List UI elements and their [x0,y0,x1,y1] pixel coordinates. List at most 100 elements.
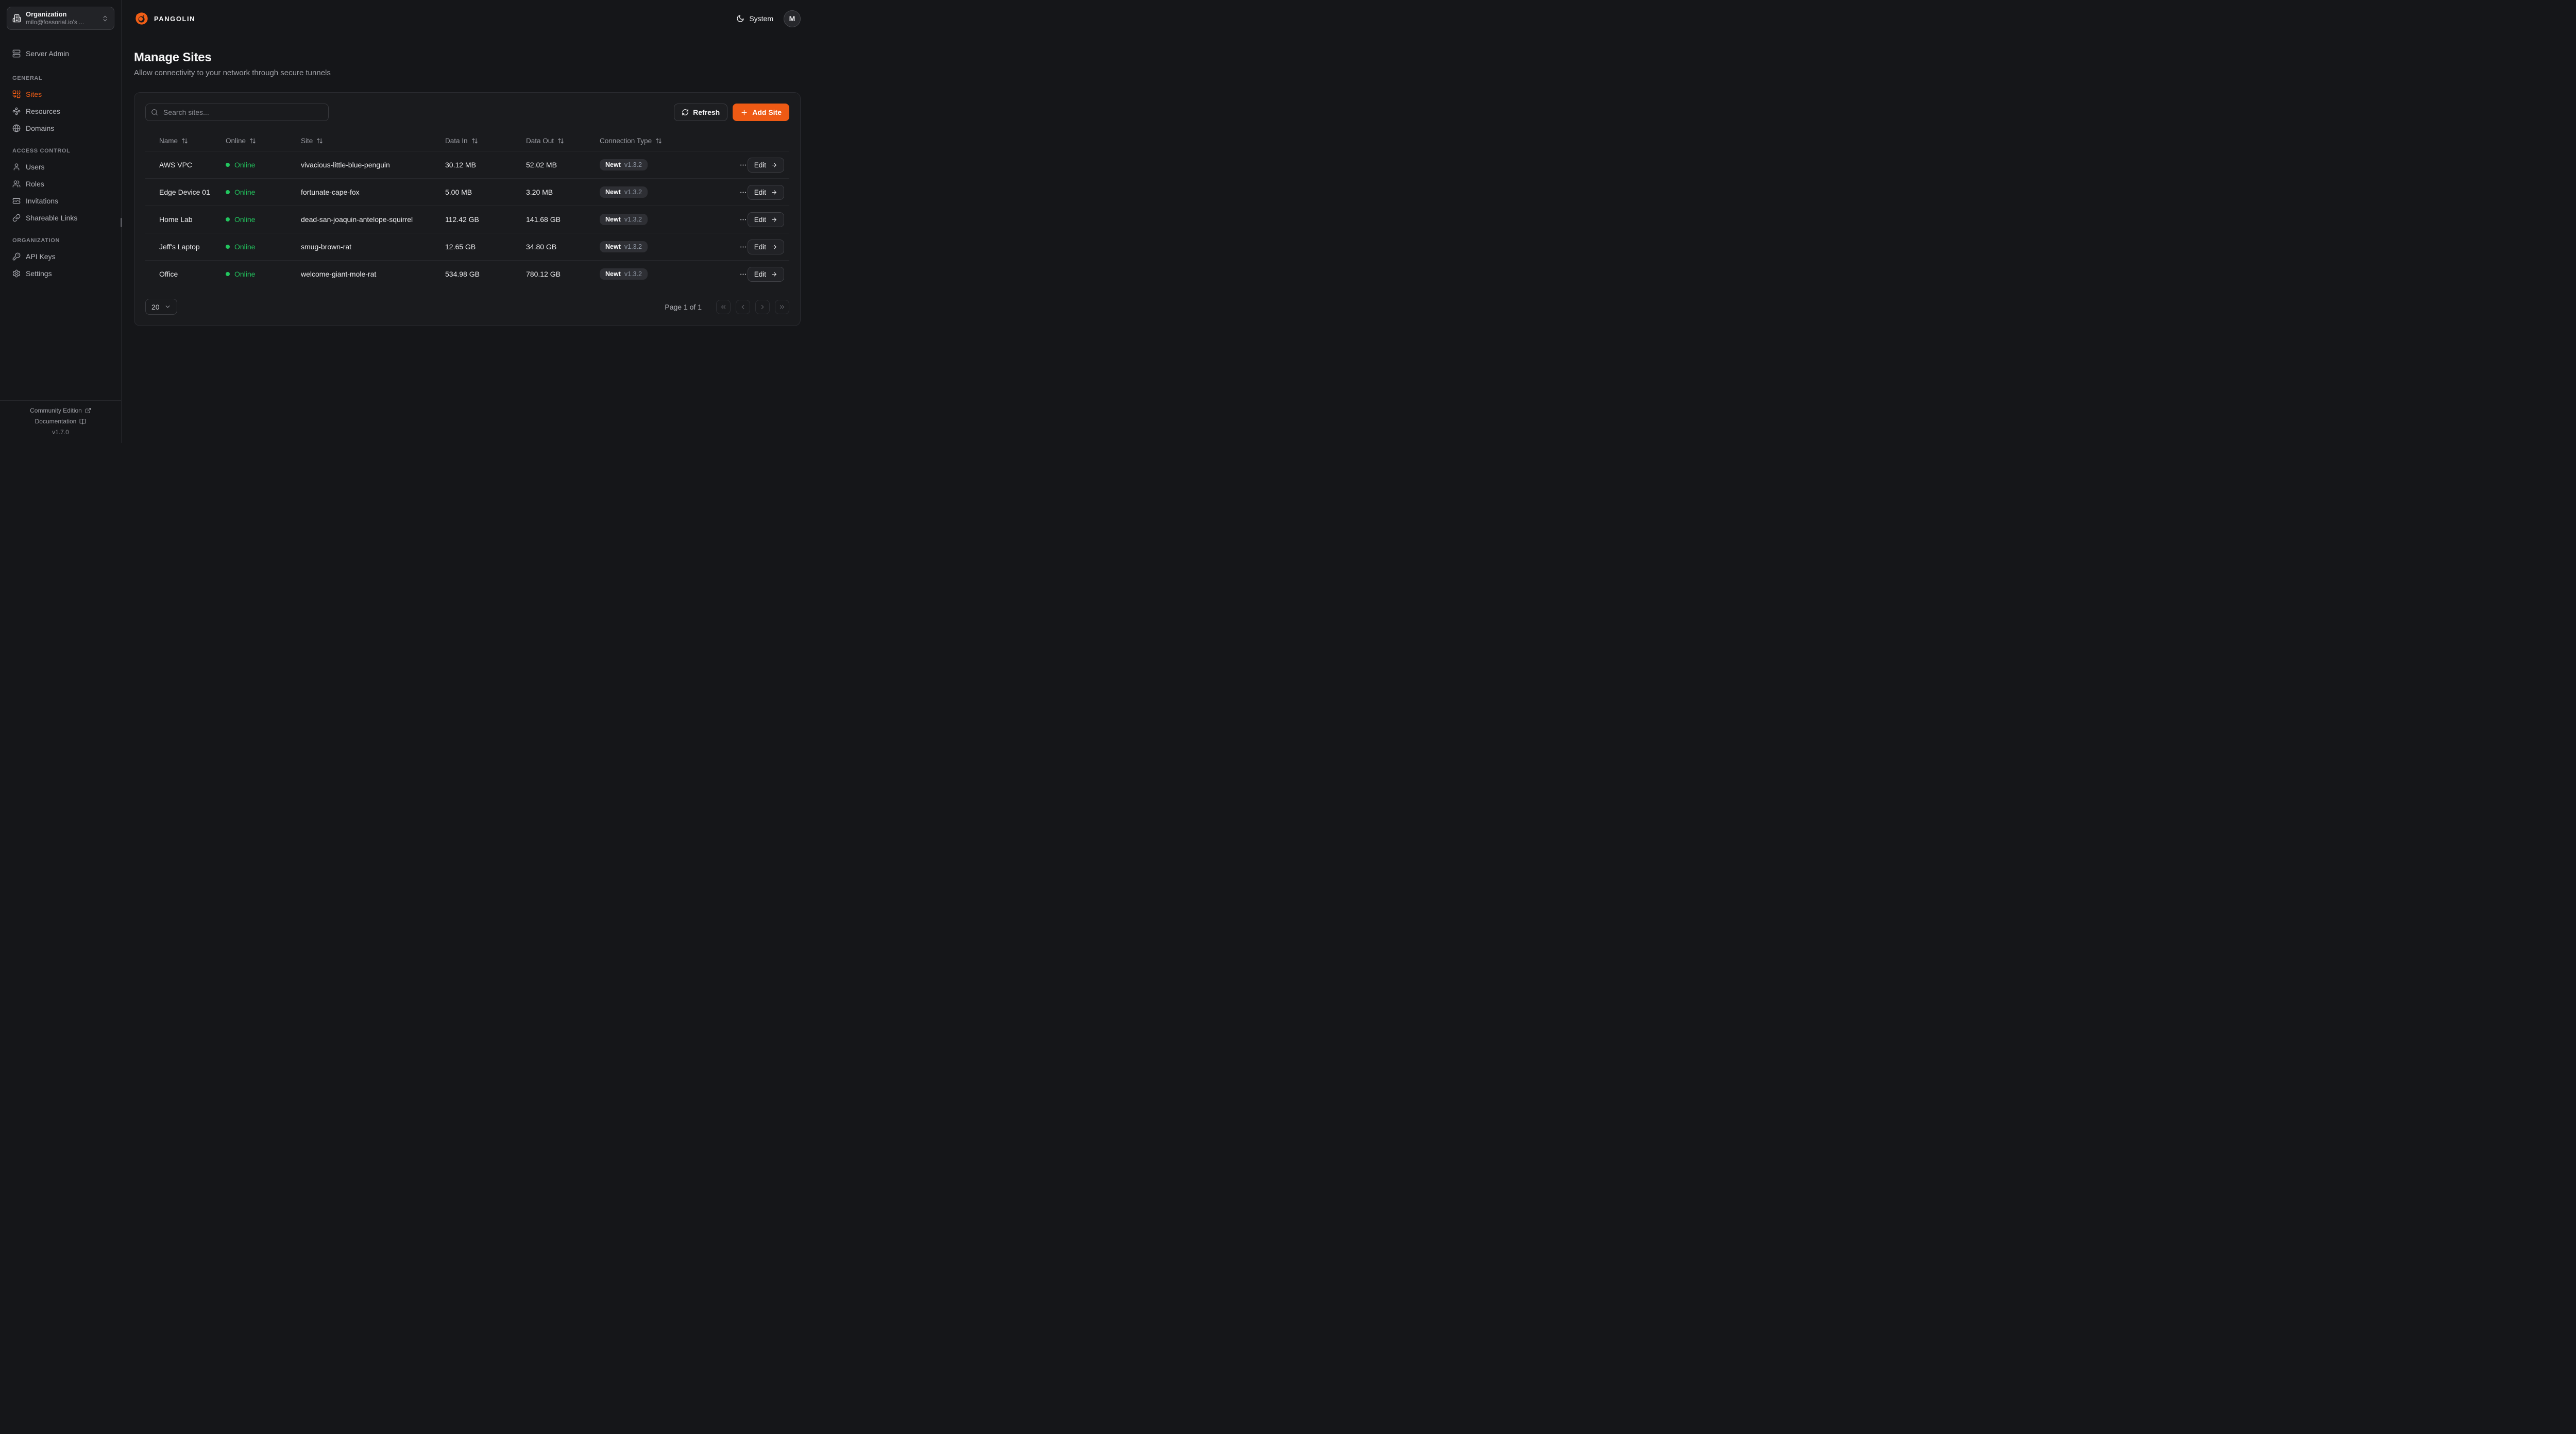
sidebar-item-resources[interactable]: Resources [8,103,113,120]
sidebar-item-label: Server Admin [26,49,69,58]
sidebar-item-shareable-links[interactable]: Shareable Links [8,209,113,226]
table-row: AWS VPC Online vivacious-little-blue-pen… [145,151,789,178]
section-header-organization: ORGANIZATION [8,237,113,244]
documentation-link[interactable]: Documentation [35,418,87,425]
pager-buttons [716,300,789,314]
edit-button[interactable]: Edit [748,267,784,282]
sidebar-item-label: Roles [26,180,44,188]
cell-connection-type: Newtv1.3.2 [600,268,728,280]
book-open-icon [79,418,86,425]
column-header-data-out[interactable]: Data Out [526,137,600,145]
sort-icon [249,138,256,144]
cell-site: fortunate-cape-fox [301,188,445,196]
sidebar-item-users[interactable]: Users [8,158,113,175]
users-icon [12,180,21,188]
online-dot [226,217,230,221]
topbar-right: System M [736,10,801,27]
table-body: AWS VPC Online vivacious-little-blue-pen… [145,151,789,287]
search-input[interactable] [145,104,329,121]
chevrons-up-down-icon [101,15,109,22]
cell-row-menu [728,214,749,226]
sidebar-footer: Community Edition Documentation v1.7.0 [0,400,121,443]
search-icon [151,109,158,116]
cell-name: Jeff's Laptop [159,243,226,251]
edit-button[interactable]: Edit [748,212,784,227]
sidebar-item-sites[interactable]: Sites [8,86,113,103]
sidebar-item-label: Resources [26,107,60,115]
first-page-button[interactable] [716,300,731,314]
prev-page-button[interactable] [736,300,750,314]
cell-data-in: 30.12 MB [445,161,526,169]
org-switcher-subtitle: milo@fossorial.io's ... [26,19,97,27]
arrow-right-icon [771,189,777,196]
sidebar-item-server-admin[interactable]: Server Admin [8,45,113,62]
table-row: Edge Device 01 Online fortunate-cape-fox… [145,178,789,206]
cell-row-menu [728,268,749,280]
cell-online: Online [226,188,301,196]
online-label: Online [234,215,255,224]
moon-icon [736,14,744,23]
sidebar-item-roles[interactable]: Roles [8,175,113,192]
edit-button[interactable]: Edit [748,185,784,200]
cell-row-menu [728,159,749,171]
sidebar-item-settings[interactable]: Settings [8,265,113,282]
next-page-button[interactable] [755,300,770,314]
sort-icon [316,138,323,144]
documentation-label: Documentation [35,418,77,425]
connection-badge: Newtv1.3.2 [600,186,648,198]
cell-site: welcome-giant-mole-rat [301,270,445,278]
cell-row-menu [728,186,749,198]
page-size-value: 20 [151,303,160,311]
online-dot [226,190,230,194]
pangolin-logo-icon [134,11,149,26]
cell-data-in: 5.00 MB [445,188,526,196]
sidebar-resize-handle[interactable] [121,218,122,227]
cell-site: dead-san-joaquin-antelope-squirrel [301,215,445,224]
column-header-connection-type[interactable]: Connection Type [600,137,728,145]
avatar[interactable]: M [784,10,801,27]
gear-icon [12,269,21,278]
add-site-button[interactable]: Add Site [733,104,789,121]
cell-name: Edge Device 01 [159,188,226,196]
theme-toggle[interactable]: System [736,14,773,23]
cell-data-out: 52.02 MB [526,161,600,169]
cell-row-menu [728,241,749,253]
sites-toolbar: Refresh Add Site [145,104,789,121]
edit-button[interactable]: Edit [748,158,784,173]
sort-icon [655,138,662,144]
edit-button[interactable]: Edit [748,240,784,254]
page-title: Manage Sites [134,50,801,65]
table-header-row: Name Online Site Data In [145,130,789,151]
sidebar-nav-top: Server Admin [0,43,121,62]
last-page-button[interactable] [775,300,789,314]
page-size-select[interactable]: 20 [145,299,177,315]
cell-data-out: 780.12 GB [526,270,600,278]
org-switcher[interactable]: Organization milo@fossorial.io's ... [7,7,114,30]
column-header-site[interactable]: Site [301,137,445,145]
column-header-name[interactable]: Name [159,137,226,145]
add-site-label: Add Site [752,108,782,116]
sidebar-item-api-keys[interactable]: API Keys [8,248,113,265]
arrow-right-icon [771,271,777,278]
brand-link[interactable]: PANGOLIN [134,11,195,26]
column-header-data-in[interactable]: Data In [445,137,526,145]
chevron-down-icon [164,303,171,310]
sidebar-item-domains[interactable]: Domains [8,120,113,136]
column-header-online[interactable]: Online [226,137,301,145]
arrow-right-icon [771,162,777,168]
sidebar-item-label: Shareable Links [26,214,77,222]
plus-icon [740,109,748,116]
cell-online: Online [226,161,301,169]
refresh-button[interactable]: Refresh [674,104,727,121]
sidebar-item-invitations[interactable]: Invitations [8,192,113,209]
brand-name: PANGOLIN [154,15,195,23]
table-footer: 20 Page 1 of 1 [145,299,789,315]
sort-icon [181,138,188,144]
main-area: PANGOLIN System M Manage Sites Allow con… [122,0,813,443]
cell-data-out: 3.20 MB [526,188,600,196]
sidebar-item-label: Invitations [26,197,58,205]
section-header-general: GENERAL [8,75,113,81]
table-row: Office Online welcome-giant-mole-rat 534… [145,260,789,287]
community-edition-link[interactable]: Community Edition [30,407,91,414]
online-dot [226,272,230,276]
